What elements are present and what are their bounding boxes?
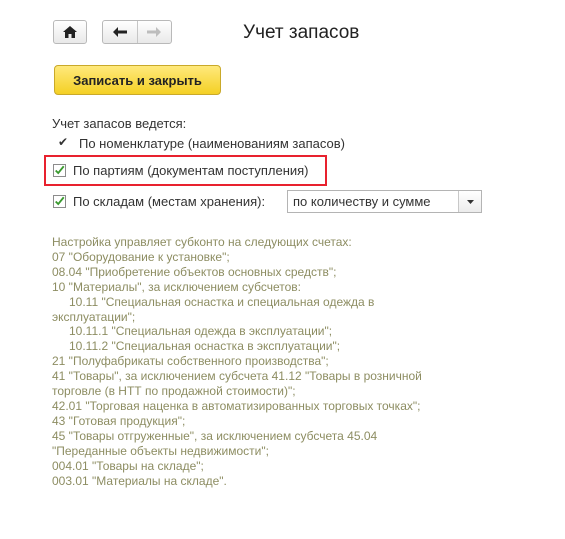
arrow-right-icon [147,27,162,37]
warehouse-mode-select[interactable]: по количеству и сумме [287,190,482,213]
info-line: 21 "Полуфабрикаты собственного производс… [52,354,329,369]
inventory-heading: Учет запасов ведется: [52,116,187,131]
back-button[interactable] [103,21,137,43]
info-line: 45 "Товары отгруженные", за исключением … [52,428,378,443]
by-batches-checkbox[interactable] [53,164,66,177]
check-icon [55,165,65,175]
info-line: 10.11.2 "Специальная оснастка в эксплуат… [69,339,341,354]
home-icon [63,26,77,38]
info-line: эксплуатации"; [52,309,136,324]
info-line: 43 "Готовая продукция"; [52,413,186,428]
by-nomenclature-label: По номенклатуре (наименованиям запасов) [79,136,345,151]
by-warehouses-checkbox[interactable] [53,195,66,208]
home-button[interactable] [53,20,87,44]
info-line: Настройка управляет субконто на следующи… [52,235,352,249]
by-batches-label[interactable]: По партиям (документам поступления) [73,163,309,178]
info-line: торговле (в НТТ по продажной стоимости)"… [52,384,296,399]
arrow-left-icon [112,27,127,37]
info-line: "Переданные объекты недвижимости"; [52,443,269,458]
dropdown-button[interactable] [458,191,481,212]
info-line: 10.11.1 "Специальная одежда в эксплуатац… [69,324,333,339]
check-icon [55,196,65,206]
info-line: 10 "Материалы", за исключением субсчетов… [52,279,301,294]
chevron-down-icon [466,199,474,204]
save-and-close-button[interactable]: Записать и закрыть [54,65,221,95]
warehouse-mode-value: по количеству и сумме [293,194,431,209]
info-line: 003.01 "Материалы на складе". [52,473,227,488]
info-line: 42.01 "Торговая наценка в автоматизирова… [52,398,421,413]
checkmark-icon: ✔ [58,135,69,149]
page-title: Учет запасов [243,22,360,43]
info-line: 07 "Оборудование к установке"; [52,249,230,264]
info-line: 41 "Товары", за исключением субсчета 41.… [52,369,422,384]
navigation-group [102,20,172,44]
info-line: 08.04 "Приобретение объектов основных ср… [52,264,337,279]
info-text: Настройка управляет субконто на следующи… [52,235,522,488]
forward-button[interactable] [136,21,172,43]
by-warehouses-label[interactable]: По складам (местам хранения): [73,194,265,209]
info-line: 004.01 "Товары на складе"; [52,458,204,473]
info-line: 10.11 "Специальная оснастка и специальна… [69,294,375,309]
